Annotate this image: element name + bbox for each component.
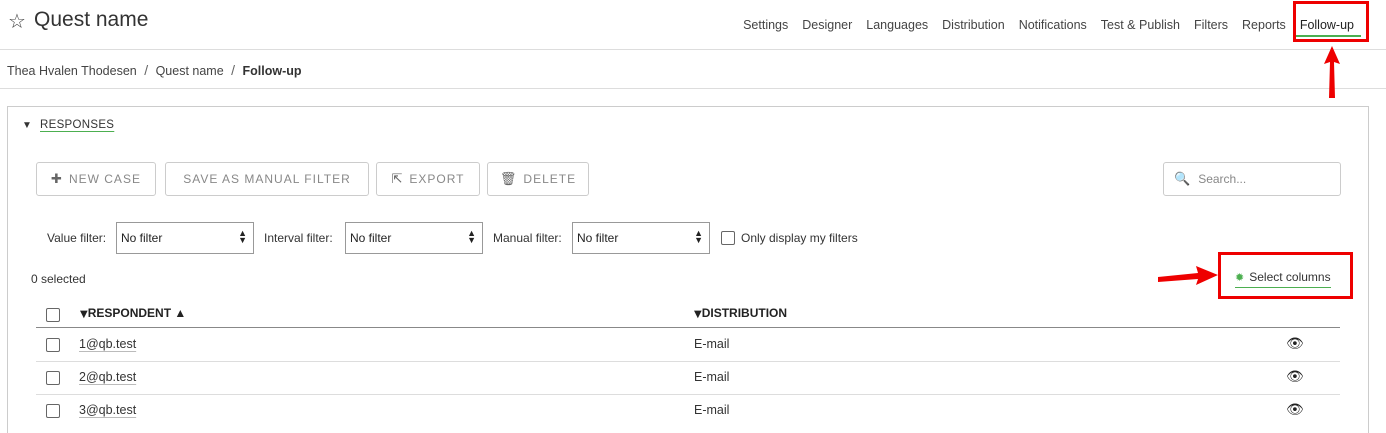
breadcrumb-user[interactable]: Thea Hvalen Thodesen (7, 64, 137, 78)
selected-count: 0 selected (31, 272, 86, 286)
search-input[interactable] (1198, 172, 1339, 186)
save-manual-filter-button[interactable]: SAVE AS MANUAL FILTER (165, 162, 369, 196)
export-icon: ⇱ (391, 171, 404, 187)
only-my-filters-checkbox[interactable] (721, 231, 735, 245)
interval-filter-value: No filter (350, 231, 392, 245)
sort-asc-icon[interactable]: ▲ (174, 306, 186, 320)
delete-button[interactable]: 🗑 DELETE (487, 162, 589, 196)
nav-reports[interactable]: Reports (1235, 18, 1293, 32)
respondent-link[interactable]: 2@qb.test (79, 370, 136, 384)
interval-filter-select[interactable]: No filter ▲ ▼ (345, 222, 483, 254)
value-filter-select[interactable]: No filter ▲ ▼ (116, 222, 254, 254)
distribution-header-label: DISTRIBUTION (701, 306, 788, 320)
row-checkbox[interactable] (46, 338, 60, 352)
top-header: ☆ Quest name Settings Designer Languages… (0, 0, 1386, 50)
arrow-up-shape (1324, 46, 1340, 98)
distribution-cell: E-mail (694, 370, 730, 384)
row-checkbox[interactable] (46, 371, 60, 385)
star-icon[interactable]: ☆ (8, 9, 26, 33)
manual-filter-select[interactable]: No filter ▲ ▼ (572, 222, 710, 254)
search-box[interactable]: 🔍 (1163, 162, 1341, 196)
nav-filters[interactable]: Filters (1187, 18, 1235, 32)
eye-icon[interactable]: 👁 (1286, 402, 1304, 418)
nav-languages[interactable]: Languages (859, 18, 935, 32)
responses-section-title[interactable]: RESPONSES (40, 119, 114, 131)
delete-label: DELETE (523, 172, 577, 186)
manual-filter-value: No filter (577, 231, 619, 245)
save-manual-filter-label: SAVE AS MANUAL FILTER (183, 172, 351, 186)
eye-icon[interactable]: 👁 (1286, 369, 1304, 385)
nav-settings[interactable]: Settings (736, 18, 795, 32)
breadcrumb-quest[interactable]: Quest name (156, 64, 224, 78)
search-icon: 🔍 (1174, 171, 1191, 187)
plus-icon: ✚ (51, 171, 63, 187)
table-header-divider (36, 327, 1340, 328)
distribution-column-header[interactable]: ▼DISTRIBUTION (694, 306, 787, 320)
only-my-filters-label: Only display my filters (741, 231, 858, 245)
respondent-column-header[interactable]: ▼RESPONDENT ▲ (80, 306, 186, 320)
annotation-box-select-columns (1218, 252, 1353, 299)
divider (0, 88, 1386, 89)
annotation-arrow-up (1324, 46, 1340, 98)
breadcrumb-current: Follow-up (242, 64, 302, 78)
trash-icon: 🗑 (499, 171, 518, 187)
arrow-right-shape (1158, 266, 1218, 285)
respondent-header-label: RESPONDENT (87, 306, 172, 320)
respondent-link[interactable]: 1@qb.test (79, 337, 136, 351)
nav-notifications[interactable]: Notifications (1012, 18, 1094, 32)
export-label: EXPORT (409, 172, 465, 186)
collapse-triangle-icon[interactable]: ▼ (22, 120, 32, 131)
breadcrumb-separator: / (231, 62, 236, 78)
manual-filter-label: Manual filter: (493, 231, 562, 245)
select-all-checkbox[interactable] (46, 308, 60, 322)
annotation-box-follow-up (1293, 1, 1369, 42)
distribution-cell: E-mail (694, 403, 730, 417)
filter-funnel-icon[interactable]: ▼ (694, 309, 702, 320)
annotation-arrow-right (1158, 266, 1218, 285)
top-nav: Settings Designer Languages Distribution… (736, 0, 1361, 50)
distribution-cell: E-mail (694, 337, 730, 351)
new-case-label: NEW CASE (68, 172, 141, 186)
nav-distribution[interactable]: Distribution (935, 18, 1012, 32)
respondent-link[interactable]: 3@qb.test (79, 403, 136, 417)
nav-test-publish[interactable]: Test & Publish (1094, 18, 1187, 32)
new-case-button[interactable]: ✚ NEW CASE (36, 162, 156, 196)
breadcrumb-separator: / (144, 62, 149, 78)
value-filter-label: Value filter: (47, 231, 107, 245)
select-arrows-icon: ▲ ▼ (467, 228, 476, 245)
select-arrows-icon: ▲ ▼ (694, 228, 703, 245)
nav-designer[interactable]: Designer (795, 18, 859, 32)
eye-icon[interactable]: 👁 (1286, 336, 1304, 352)
filter-funnel-icon[interactable]: ▼ (80, 309, 88, 320)
row-divider (36, 394, 1340, 395)
export-button[interactable]: ⇱ EXPORT (376, 162, 480, 196)
page-title: Quest name (34, 8, 149, 31)
row-divider (36, 361, 1340, 362)
interval-filter-label: Interval filter: (264, 231, 333, 245)
value-filter-value: No filter (121, 231, 163, 245)
select-arrows-icon: ▲ ▼ (238, 228, 247, 245)
breadcrumb: Thea Hvalen Thodesen / Quest name / Foll… (7, 62, 302, 78)
row-checkbox[interactable] (46, 404, 60, 418)
